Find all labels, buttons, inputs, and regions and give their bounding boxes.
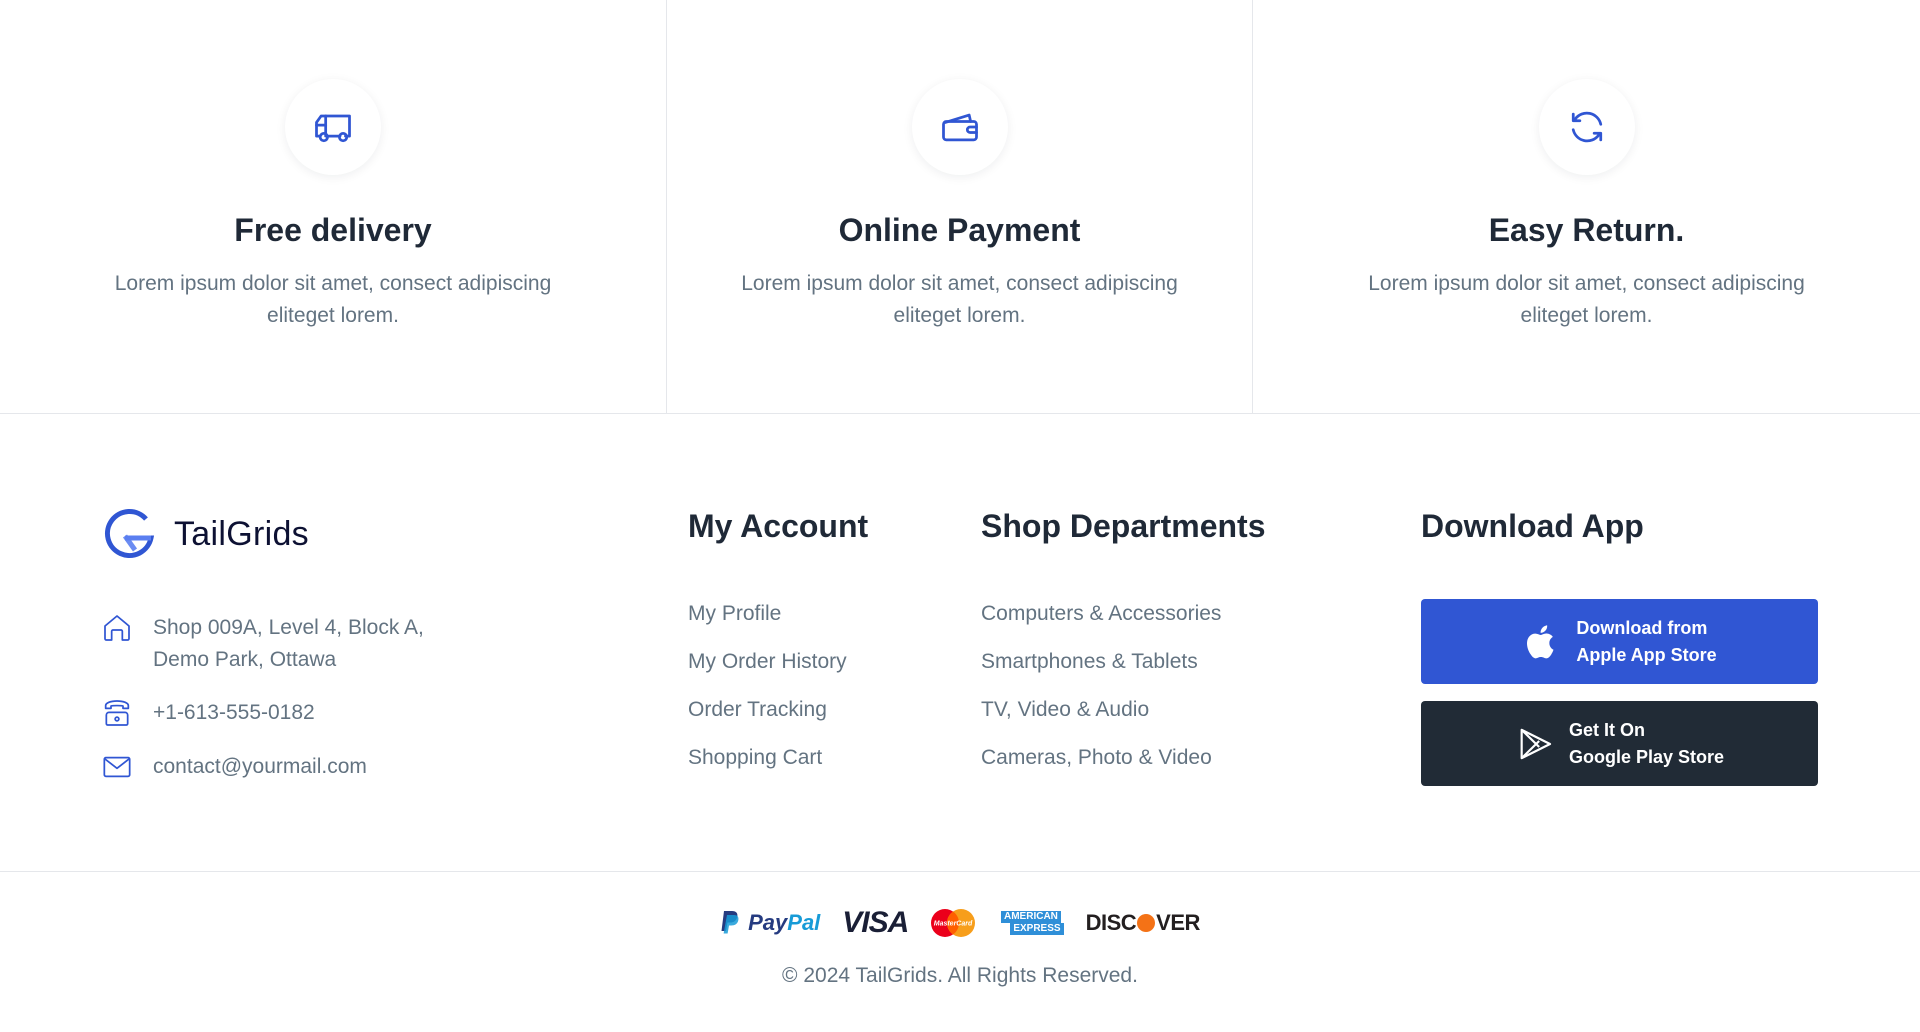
feature-description: Lorem ipsum dolor sit amet, consect adip…	[114, 272, 552, 327]
american-express-logo: AMERICAN EXPRESS	[998, 906, 1064, 940]
bottom-divider	[0, 871, 1920, 872]
download-app-heading: Download App	[1421, 508, 1644, 544]
address-line-2: Demo Park, Ottawa	[153, 648, 337, 671]
google-button-line-2: Google Play Store	[1568, 746, 1725, 767]
link-computers-accessories[interactable]: Computers & Accessories	[981, 598, 1221, 646]
brand-logo-link[interactable]: TailGrids	[101, 506, 309, 562]
apple-app-store-button[interactable]: Download from Apple App Store	[1421, 599, 1818, 684]
link-smartphones-tablets[interactable]: Smartphones & Tablets	[981, 646, 1221, 694]
features-section: Free delivery Lorem ipsum dolor sit amet…	[0, 0, 1920, 414]
apple-button-line-1: Download from	[1576, 617, 1708, 638]
mail-icon	[103, 756, 131, 778]
my-account-links: My Profile My Order History Order Tracki…	[688, 598, 847, 790]
paypal-text-pay: Pay	[748, 910, 788, 935]
google-play-store-button[interactable]: Get It On Google Play Store	[1421, 701, 1818, 786]
email-address[interactable]: contact@yourmail.com	[153, 751, 367, 783]
address-line-1: Shop 009A, Level 4, Block A,	[153, 616, 424, 639]
feature-icon-circle	[1538, 79, 1635, 175]
feature-icon-circle	[911, 79, 1008, 175]
feature-title: Online Payment	[838, 212, 1081, 248]
feature-description: Lorem ipsum dolor sit amet, consect adip…	[1368, 272, 1805, 327]
play-store-icon	[1520, 728, 1552, 759]
feature-description: Lorem ipsum dolor sit amet, consect adip…	[741, 272, 1178, 327]
link-shopping-cart[interactable]: Shopping Cart	[688, 742, 847, 790]
feature-title: Free delivery	[234, 212, 432, 248]
apple-icon	[1527, 624, 1554, 658]
svg-text:MasterCard: MasterCard	[934, 921, 973, 928]
contact-phone: +1-613-555-0182	[101, 697, 315, 729]
payment-methods: PayPal VISA MasterCard AMERICAN EXPRESS …	[0, 906, 1920, 940]
paypal-text-pal: Pal	[787, 910, 821, 935]
shop-departments-heading: Shop Departments	[981, 508, 1266, 544]
phone-number[interactable]: +1-613-555-0182	[153, 697, 315, 729]
tailgrids-logo-icon	[104, 509, 155, 559]
wallet-icon	[941, 113, 978, 142]
link-tv-video-audio[interactable]: TV, Video & Audio	[981, 694, 1221, 742]
discover-text-a: DISC	[1085, 910, 1137, 935]
link-my-order-history[interactable]: My Order History	[688, 646, 847, 694]
amex-line-2: EXPRESS	[1010, 923, 1064, 935]
phone-icon	[104, 700, 130, 726]
discover-text-b: VER	[1156, 910, 1200, 935]
discover-orange-dot	[1137, 914, 1156, 932]
copyright-text: © 2024 TailGrids. All Rights Reserved.	[782, 964, 1138, 987]
contact-email: contact@yourmail.com	[101, 751, 367, 783]
discover-logo: DISC VER	[1085, 906, 1201, 940]
visa-logo: VISA	[842, 906, 909, 939]
google-button-line-1: Get It On	[1568, 719, 1645, 740]
brand-name: TailGrids	[174, 514, 309, 553]
shop-departments-links: Computers & Accessories Smartphones & Ta…	[981, 598, 1221, 790]
feature-icon-circle	[285, 79, 381, 175]
link-my-profile[interactable]: My Profile	[688, 598, 847, 646]
contact-address: Shop 009A, Level 4, Block A, Demo Park, …	[101, 612, 424, 676]
paypal-logo: PayPal	[720, 906, 820, 940]
refresh-icon	[1571, 111, 1602, 143]
amex-line-1: AMERICAN	[1001, 911, 1061, 923]
truck-icon	[315, 114, 351, 143]
mastercard-icon: MasterCard	[931, 909, 976, 937]
feature-online-payment: Online Payment Lorem ipsum dolor sit ame…	[667, 0, 1253, 414]
paypal-icon	[721, 911, 739, 934]
link-cameras-photo-video[interactable]: Cameras, Photo & Video	[981, 742, 1221, 790]
feature-title: Easy Return.	[1488, 212, 1685, 248]
my-account-heading: My Account	[688, 508, 869, 544]
link-order-tracking[interactable]: Order Tracking	[688, 694, 847, 742]
mastercard-logo: MasterCard	[930, 906, 976, 940]
apple-button-line-2: Apple App Store	[1576, 644, 1717, 665]
feature-easy-return: Easy Return. Lorem ipsum dolor sit amet,…	[1253, 0, 1920, 414]
feature-free-delivery: Free delivery Lorem ipsum dolor sit amet…	[0, 0, 667, 414]
home-icon	[104, 615, 130, 641]
